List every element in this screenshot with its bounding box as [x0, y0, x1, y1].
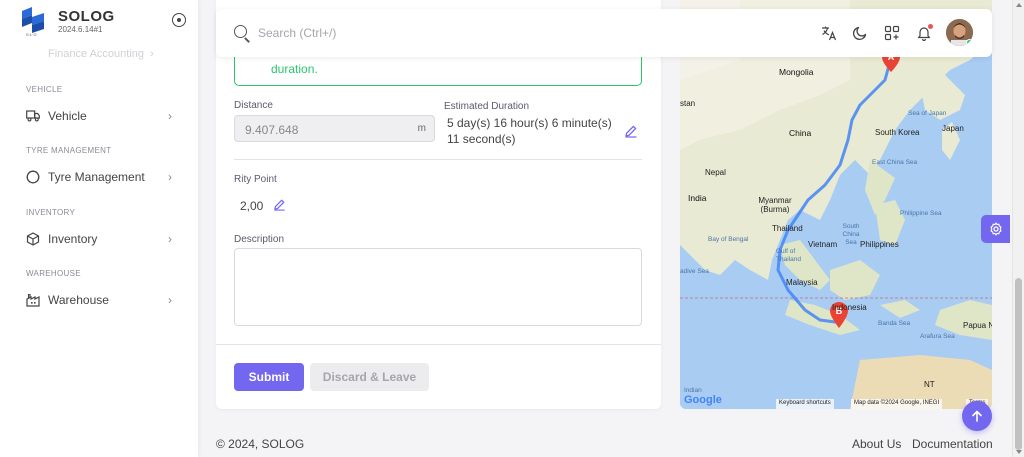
distance-unit: m [417, 123, 426, 134]
sidebar-toggle-icon[interactable] [172, 13, 186, 27]
brand-name: SOLOG [58, 8, 115, 25]
map-label: Bay of Bengal [708, 236, 749, 243]
section-title-vehicle: VEHICLE [26, 85, 63, 94]
bell-icon[interactable] [914, 23, 934, 43]
section-title-tyre-management: TYRE MANAGEMENT [26, 146, 112, 155]
truck-icon [26, 109, 40, 123]
rity-point-label: Rity Point [234, 174, 277, 185]
map-label: Vietnam [808, 240, 838, 249]
map-label: Nepal [705, 168, 726, 177]
map-label: Myanmar (Burma) [758, 196, 792, 214]
map-label: Papua Ne [963, 321, 992, 330]
map-label: Malaysia [786, 278, 818, 287]
map-label: India [688, 193, 707, 203]
online-status-dot [966, 39, 973, 46]
map-label: East China Sea [872, 159, 918, 166]
edit-duration-icon[interactable] [624, 124, 638, 138]
map-label: Banda Sea [878, 320, 911, 327]
map-label: South Korea [875, 128, 920, 137]
section-title-inventory: INVENTORY [26, 208, 76, 217]
sidebar-item-label: Inventory [48, 232, 98, 246]
scroll-to-top-button[interactable] [962, 401, 992, 431]
top-navbar [216, 9, 992, 57]
footer-copyright: © 2024, SOLOG [216, 437, 305, 451]
sidebar-item-label: Finance Accounting [48, 48, 145, 60]
submit-button[interactable]: Submit [234, 363, 304, 391]
google-logo: Google [684, 394, 722, 406]
search-input[interactable] [258, 23, 558, 43]
edit-rity-point-icon[interactable] [273, 198, 287, 212]
map-label: Philippine Sea [900, 210, 942, 217]
search-icon[interactable] [234, 25, 247, 38]
map-label: Indian [684, 387, 702, 394]
moon-icon[interactable] [850, 23, 870, 43]
rity-point-value: 2,00 [240, 199, 264, 213]
discard-leave-button[interactable]: Discard & Leave [310, 363, 429, 391]
brand[interactable]: S·L·G SOLOG 2024.6.14#1 [18, 6, 115, 38]
route-map[interactable]: A B Mongolia stan China South Korea Japa… [680, 0, 992, 409]
sidebar-item-label: Tyre Management [48, 170, 145, 184]
page-scrollbar[interactable] [1012, 0, 1024, 457]
building-icon [26, 293, 40, 307]
map-label: South China Sea [842, 223, 860, 246]
section-title-warehouse: WAREHOUSE [26, 269, 81, 278]
map-label: Sea of Japan [908, 110, 947, 117]
arrow-up-icon [972, 410, 982, 422]
duration-value: 5 day(s) 16 hour(s) 6 minute(s) 11 secon… [447, 116, 612, 146]
box-icon [26, 232, 40, 246]
chevron-right-icon: › [168, 232, 172, 246]
sidebar-item-warehouse[interactable]: Warehouse › [26, 290, 176, 310]
sidebar: S·L·G SOLOG 2024.6.14#1 Finance Accounti… [0, 0, 198, 457]
keyboard-shortcuts-link[interactable]: Keyboard shortcuts [776, 399, 834, 409]
customizer-settings-button[interactable] [981, 215, 1010, 243]
map-label: China [789, 128, 812, 138]
sidebar-item-finance-accounting[interactable]: Finance Accounting › [48, 48, 154, 60]
map-canvas [680, 0, 992, 409]
map-data-attribution: Map data ©2024 Google, INEGI [851, 399, 943, 409]
solog-logo-icon: S·L·G [18, 7, 50, 37]
translate-icon[interactable] [819, 23, 839, 43]
scrollbar-thumb[interactable] [1015, 278, 1022, 450]
sidebar-item-inventory[interactable]: Inventory › [26, 229, 176, 249]
map-label: Thailand [772, 224, 803, 233]
chevron-right-icon: › [168, 293, 172, 307]
description-label: Description [234, 234, 285, 245]
map-label: Gulf of Thailand [776, 248, 801, 263]
scroll-up-arrow-icon[interactable] [1016, 3, 1022, 7]
map-label: adive Sea [680, 268, 709, 275]
sidebar-item-tyre-management[interactable]: Tyre Management › [26, 167, 176, 187]
sidebar-item-label: Warehouse [48, 293, 109, 307]
footer-about-link[interactable]: About Us [852, 437, 901, 451]
apps-icon[interactable] [882, 23, 902, 43]
map-label: NT [924, 380, 935, 389]
divider [216, 344, 661, 345]
map-label: Arafura Sea [920, 333, 955, 340]
chevron-right-icon: › [168, 109, 172, 123]
sidebar-item-vehicle[interactable]: Vehicle › [26, 106, 176, 126]
alert-text: duration. [271, 62, 318, 76]
route-form-card: duration. Distance 9.407.648 m Estimated… [216, 0, 661, 409]
map-label: stan [680, 99, 696, 108]
chevron-right-icon: › [150, 48, 154, 60]
map-label: Japan [942, 124, 964, 133]
gear-icon [989, 222, 1002, 236]
notification-badge [928, 24, 933, 29]
svg-text:S·L·G: S·L·G [26, 32, 37, 37]
description-input[interactable] [234, 248, 642, 326]
distance-field: 9.407.648 m [234, 115, 435, 142]
avatar[interactable] [946, 19, 973, 46]
map-label: Indonesia [832, 303, 867, 312]
distance-label: Distance [234, 100, 273, 111]
chevron-right-icon: › [168, 170, 172, 184]
map-label: Mongolia [779, 67, 814, 77]
distance-value: 9.407.648 [245, 123, 299, 137]
divider [234, 159, 642, 160]
circle-icon [26, 170, 40, 184]
sidebar-item-label: Vehicle [48, 109, 87, 123]
brand-version: 2024.6.14#1 [58, 25, 103, 34]
footer-documentation-link[interactable]: Documentation [912, 437, 993, 451]
scroll-down-arrow-icon[interactable] [1016, 450, 1022, 454]
duration-label: Estimated Duration [444, 101, 530, 112]
